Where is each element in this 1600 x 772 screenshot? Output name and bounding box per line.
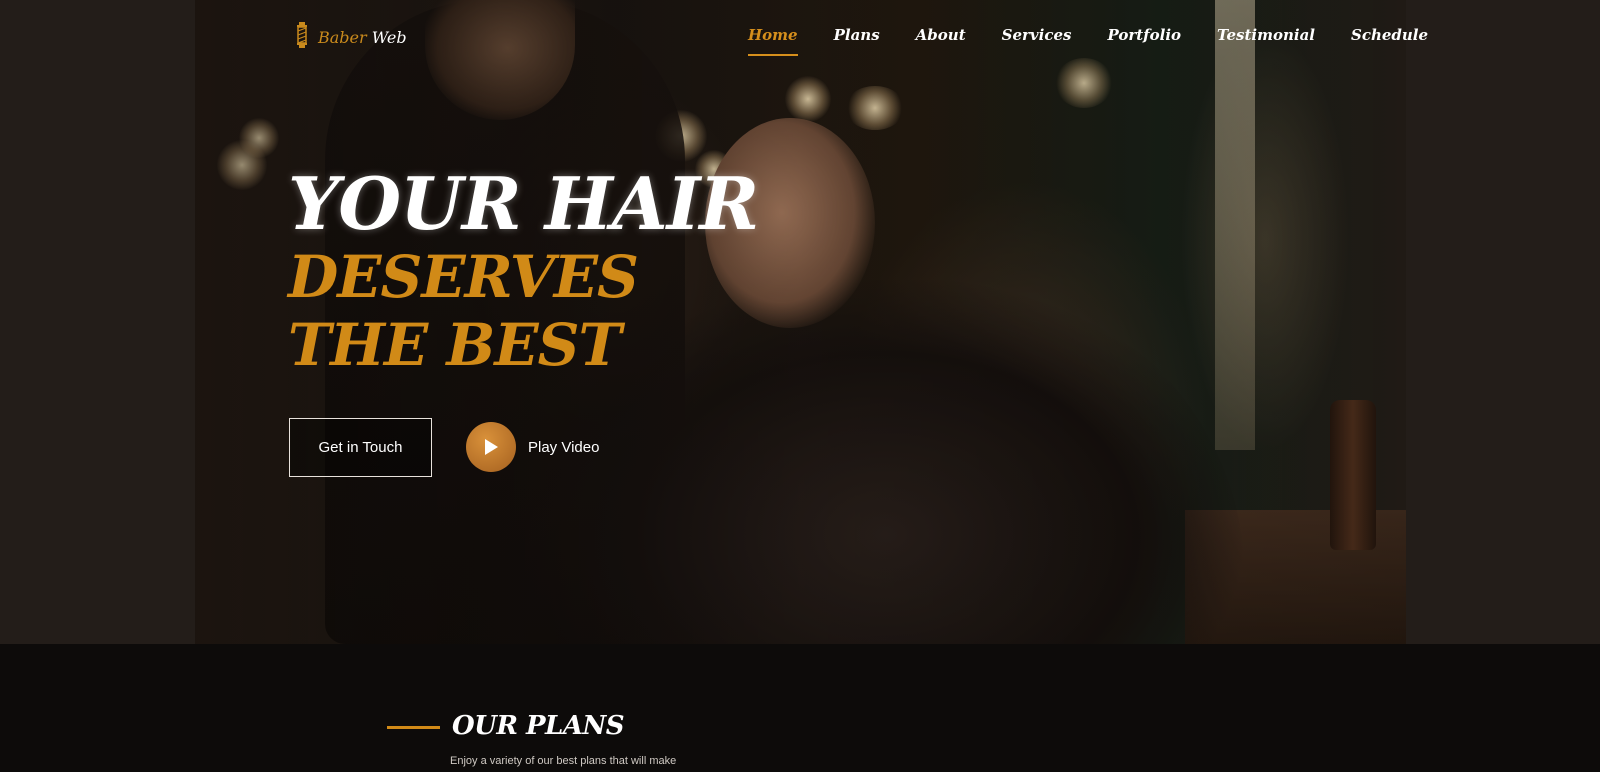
nav-testimonial[interactable]: Testimonial — [1217, 26, 1315, 56]
play-video-button[interactable]: Play Video — [466, 422, 599, 472]
nav-plans[interactable]: Plans — [834, 26, 880, 56]
play-video-label: Play Video — [528, 438, 600, 456]
brand-name: Baber Web — [318, 28, 407, 47]
play-icon[interactable] — [466, 422, 516, 472]
headline-line-2: DESERVES — [288, 243, 639, 311]
get-in-touch-button[interactable]: Get in Touch — [289, 418, 432, 477]
headline-line-1: YOUR HAIR — [288, 161, 759, 246]
headline-line-3: THE BEST — [288, 311, 622, 379]
nav-schedule[interactable]: Schedule — [1351, 26, 1428, 56]
hero-headline: YOUR HAIR DESERVES THE BEST — [288, 161, 759, 379]
main-nav: Home Plans About Services Portfolio Test… — [748, 26, 1428, 56]
nav-about[interactable]: About — [916, 26, 966, 56]
section-title-accent-line — [387, 726, 440, 729]
barber-pole-icon — [294, 21, 310, 54]
nav-home[interactable]: Home — [748, 26, 798, 56]
brand-name-part1: Baber — [318, 27, 367, 47]
brand-logo[interactable]: Baber Web — [294, 21, 407, 54]
nav-portfolio[interactable]: Portfolio — [1107, 26, 1181, 56]
brand-name-part2: Web — [371, 27, 407, 47]
plans-section-subtitle: Enjoy a variety of our best plans that w… — [450, 755, 677, 767]
nav-services[interactable]: Services — [1002, 26, 1072, 56]
plans-section-title: OUR PLANS — [452, 711, 625, 741]
